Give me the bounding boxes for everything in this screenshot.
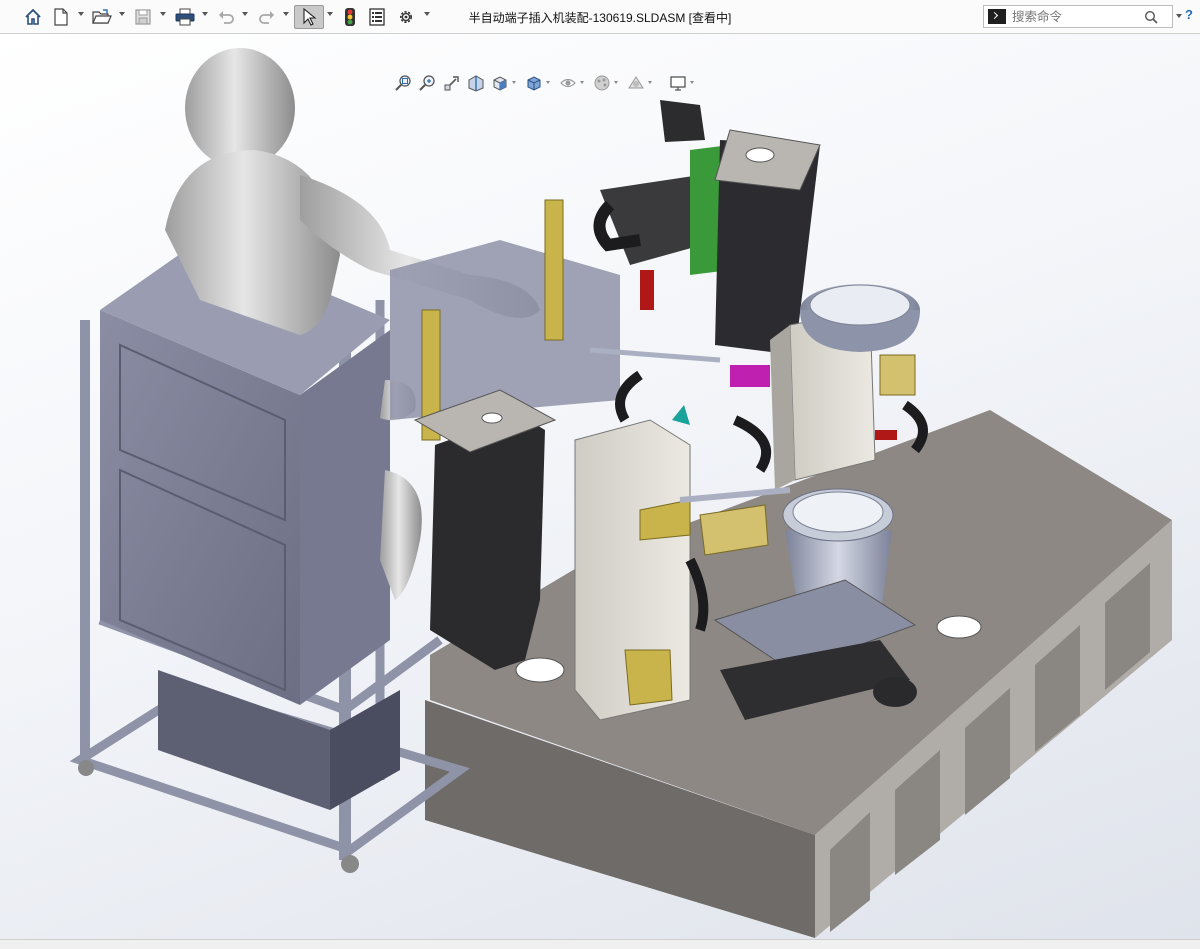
select-dropdown-caret[interactable] xyxy=(327,12,333,16)
assembly-model[interactable] xyxy=(0,34,1200,939)
home-button[interactable] xyxy=(22,5,44,29)
title-bar: 半自动端子插入机装配-130619.SLDASM [查看中] ? xyxy=(0,0,1200,34)
rebuild-button[interactable] xyxy=(340,5,360,29)
print-dropdown-caret[interactable] xyxy=(202,12,208,16)
new-document-button[interactable] xyxy=(50,5,72,29)
select-button[interactable] xyxy=(294,5,324,29)
open-button[interactable] xyxy=(90,5,114,29)
terminal-icon xyxy=(988,9,1006,24)
command-search[interactable] xyxy=(983,5,1173,28)
redo-button[interactable] xyxy=(256,5,278,29)
search-dropdown-caret[interactable] xyxy=(1176,14,1182,18)
new-dropdown-caret[interactable] xyxy=(78,12,84,16)
options-dropdown-caret[interactable] xyxy=(424,12,430,16)
search-icon[interactable] xyxy=(1144,10,1158,24)
undo-dropdown-caret[interactable] xyxy=(242,12,248,16)
new-document-icon xyxy=(54,8,68,26)
file-properties-button[interactable] xyxy=(366,5,388,29)
home-icon xyxy=(25,8,41,25)
file-properties-icon xyxy=(369,8,385,26)
traffic-light-icon xyxy=(345,8,355,26)
center-mechanism[interactable] xyxy=(390,100,928,721)
undo-button[interactable] xyxy=(215,5,237,29)
print-icon xyxy=(175,8,195,26)
options-button[interactable] xyxy=(395,5,417,29)
graphics-area[interactable] xyxy=(0,34,1200,939)
save-button[interactable] xyxy=(132,5,154,29)
redo-dropdown-caret[interactable] xyxy=(283,12,289,16)
search-input[interactable] xyxy=(1010,8,1144,25)
open-folder-icon xyxy=(92,9,112,24)
print-button[interactable] xyxy=(173,5,197,29)
save-icon xyxy=(135,9,151,25)
status-bar xyxy=(0,939,1200,949)
open-dropdown-caret[interactable] xyxy=(119,12,125,16)
help-icon[interactable]: ? xyxy=(1185,7,1200,25)
redo-icon xyxy=(259,11,274,24)
select-cursor-icon xyxy=(303,8,317,26)
gear-icon xyxy=(400,11,412,23)
undo-icon xyxy=(219,11,234,24)
save-dropdown-caret[interactable] xyxy=(160,12,166,16)
